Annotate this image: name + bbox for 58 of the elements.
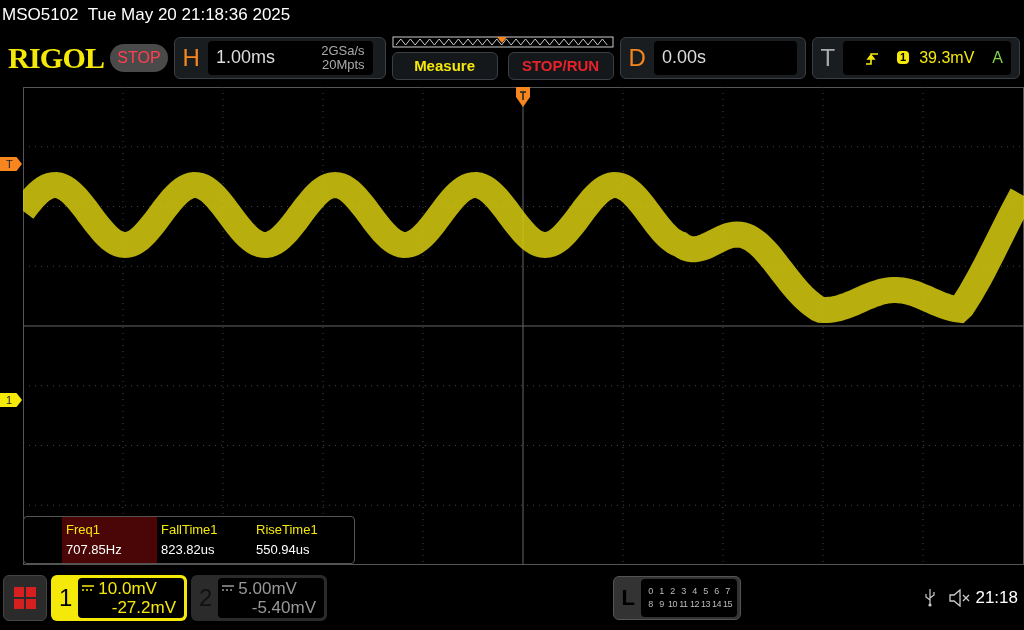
usb-icon <box>925 588 936 607</box>
status-line: MSO5102 Tue May 20 21:18:36 2025 <box>2 4 291 27</box>
logic-channel-number: 4 <box>691 585 698 597</box>
logic-channel-number: 7 <box>724 585 731 597</box>
measurement-name: RiseTime1 <box>256 521 319 539</box>
trigger-level: 39.3mV <box>919 47 975 68</box>
trigger-label: T <box>820 42 836 73</box>
measurement-value: 550.94us <box>256 541 311 559</box>
measurement-value: 707.85Hz <box>66 541 123 559</box>
logic-channel-number: 14 <box>710 598 722 610</box>
logic-channel-number: 0 <box>647 585 654 597</box>
logic-channel-number: 1 <box>658 585 665 597</box>
logic-channel-number: 5 <box>702 585 709 597</box>
logic-channel-number: 13 <box>699 598 711 610</box>
grid-icon <box>14 586 36 609</box>
brand-logo: RIGOL <box>8 40 105 76</box>
timebase-field[interactable]: 1.00ms 2GSa/s 20Mpts <box>207 40 373 75</box>
logic-channel-number: 2 <box>669 585 676 597</box>
measurement-item[interactable]: RiseTime1 550.94us <box>252 517 347 563</box>
trigger-mode: A <box>992 47 1003 68</box>
trigger-position-marker <box>516 87 530 107</box>
rising-edge-icon <box>865 50 880 65</box>
channel-tab[interactable]: 1 10.0mV -27.2mV <box>51 574 187 621</box>
dc-coupling-icon <box>222 585 235 591</box>
clock-time: 21:18 <box>975 586 1018 609</box>
stop-run-button[interactable]: STOP/RUN <box>507 52 614 80</box>
vertical-offset: -5.40mV <box>251 597 316 617</box>
measurement-value: 823.82us <box>161 541 216 559</box>
trigger-source-badge: 1 <box>897 51 910 64</box>
logic-channel-number: 6 <box>713 585 720 597</box>
measurement-item[interactable]: FallTime1 823.82us <box>157 517 252 563</box>
run-state-badge: STOP <box>110 43 168 72</box>
dc-coupling-icon <box>82 585 95 591</box>
memory-depth: 20Mpts <box>321 57 365 72</box>
horizontal-label: H <box>182 42 200 73</box>
logic-channel-number: 3 <box>680 585 687 597</box>
measurement-item[interactable]: Freq1 707.85Hz <box>62 517 157 563</box>
vertical-scale: 5.00mV <box>218 578 316 598</box>
logic-channel-number: 8 <box>647 598 654 610</box>
logic-channel-number: 9 <box>658 598 665 610</box>
vertical-scale: 10.0mV <box>78 578 176 598</box>
measurement-name: Freq1 <box>66 521 101 539</box>
menu-grid-button[interactable] <box>3 574 47 621</box>
trigger-level-marker[interactable]: T <box>0 157 22 171</box>
timebase-value: 1.00ms <box>215 46 275 69</box>
sample-rate: 2GSa/s <box>321 43 365 58</box>
channel-marker[interactable]: 1 <box>0 393 22 407</box>
measure-button[interactable]: Measure <box>391 52 498 80</box>
muted-speaker-icon[interactable] <box>949 588 972 607</box>
measurement-name: FallTime1 <box>161 521 219 539</box>
logic-channel-number: 11 <box>678 598 689 610</box>
delay-label: D <box>628 42 646 73</box>
logic-channel-number: 15 <box>721 598 733 610</box>
vertical-offset: -27.2mV <box>111 597 176 617</box>
logic-channel-number: 10 <box>666 598 678 610</box>
delay-value[interactable]: 0.00s <box>653 40 797 75</box>
channel-number: 1 <box>59 582 73 613</box>
logic-channel-number: 12 <box>688 598 700 610</box>
